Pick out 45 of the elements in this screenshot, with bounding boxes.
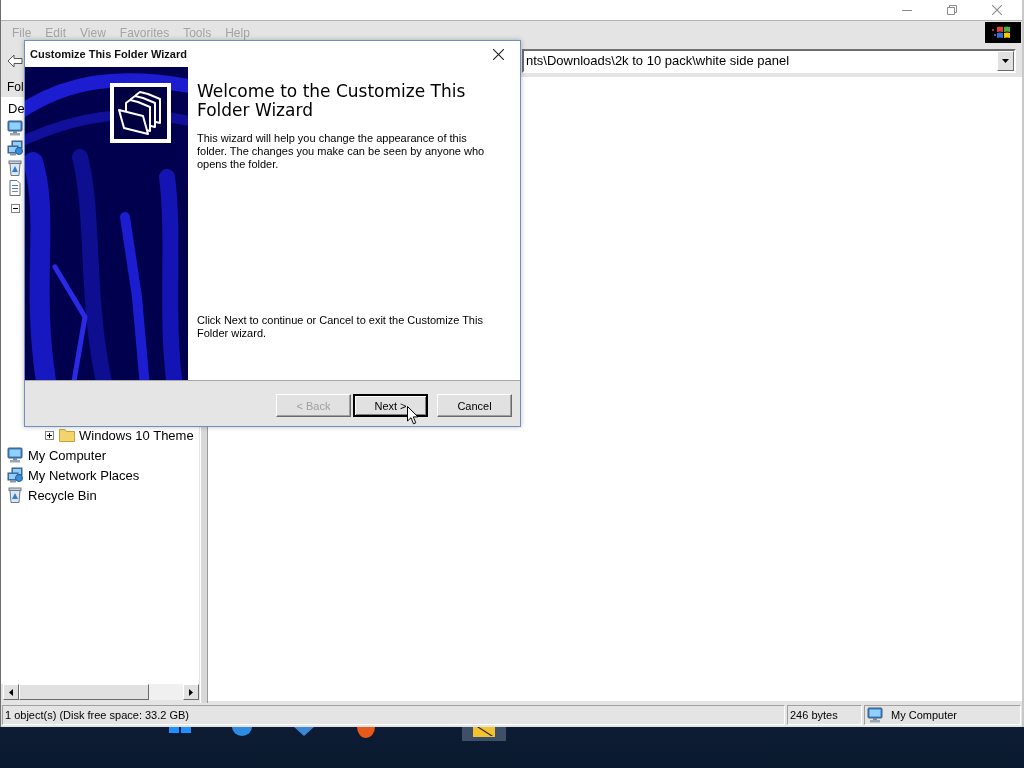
instruction-text: Click Next to continue or Cancel to exit the Customize This Folder wizard. xyxy=(197,314,484,340)
right-triangle-icon xyxy=(189,688,193,696)
wizard-heading: Welcome to the Customize This Folder Wizard xyxy=(197,82,467,120)
close-button[interactable] xyxy=(493,48,504,60)
intro-text: This wizard will help you change the appearance of this folder. The changes you make can be seen by anyone who opens the folder. xyxy=(197,132,486,171)
dialog-button[interactable]: Cancel xyxy=(437,394,512,417)
scroll-right-button[interactable] xyxy=(183,684,199,700)
plus-box-icon[interactable] xyxy=(45,430,54,440)
flag-logo-icon xyxy=(985,22,1021,43)
folders-icon xyxy=(110,83,171,143)
close-icon xyxy=(493,48,504,60)
scroll-left-button[interactable] xyxy=(3,684,19,700)
document-icon xyxy=(7,180,23,196)
network-computers-icon xyxy=(7,467,23,483)
dialog-button[interactable]: Next > xyxy=(353,394,428,417)
tree-item[interactable]: My Network Places xyxy=(28,467,140,483)
folder-icon xyxy=(471,727,497,738)
minus-box-icon[interactable] xyxy=(11,203,20,213)
network-computers-icon xyxy=(7,140,23,156)
close-icon xyxy=(991,5,1002,15)
tree-item[interactable]: Windows 10 Theme xyxy=(79,427,194,443)
recycle-bin-icon xyxy=(7,487,23,503)
computer-icon xyxy=(867,707,883,723)
pane-title: Fol xyxy=(7,80,24,94)
status-text: 1 object(s) (Disk free space: 33.2 GB) xyxy=(5,709,189,721)
address-field[interactable]: nts\Downloads\2k to 10 pack\white side panel xyxy=(522,48,1016,73)
tree-item[interactable]: Recycle Bin xyxy=(28,487,97,503)
scroll-thumb[interactable] xyxy=(19,684,149,700)
taskbar-button[interactable] xyxy=(462,727,506,741)
back-button[interactable] xyxy=(7,53,23,68)
computer-icon xyxy=(7,447,23,463)
minimize-icon xyxy=(901,9,912,11)
status-text: My Computer xyxy=(891,709,958,721)
recycle-bin-icon xyxy=(7,160,23,176)
status-text: 246 bytes xyxy=(790,709,838,721)
dropdown-button[interactable] xyxy=(997,50,1014,71)
mouse-pointer-icon xyxy=(407,406,419,425)
restore-icon xyxy=(946,5,957,15)
dropdown-arrow-icon xyxy=(1002,58,1009,63)
tree-item[interactable]: My Computer xyxy=(28,447,107,463)
semicircle-icon xyxy=(229,727,255,738)
dialog-title: Customize This Folder Wizard xyxy=(30,48,187,60)
left-triangle-icon xyxy=(9,688,13,696)
tree-item[interactable]: De xyxy=(8,100,25,116)
computer-icon xyxy=(7,120,23,136)
